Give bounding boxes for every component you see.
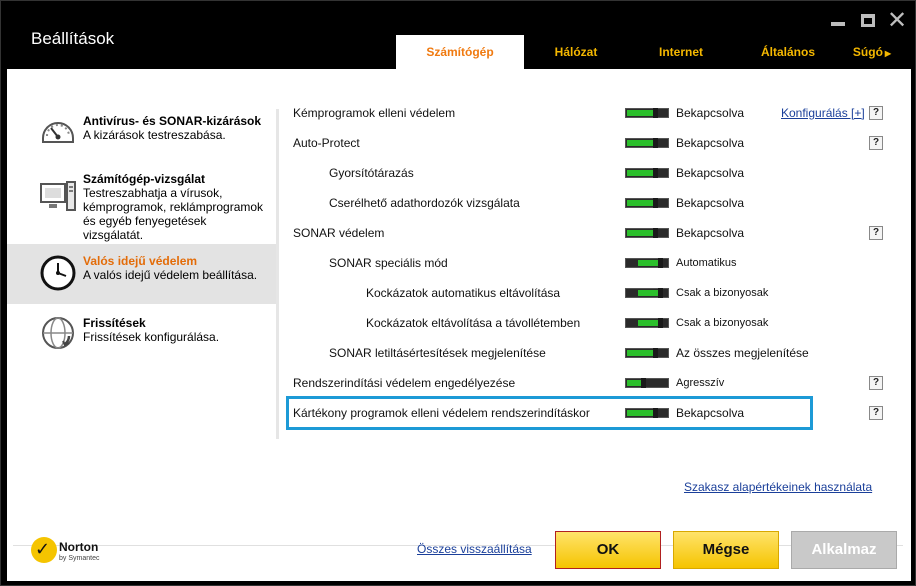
setting-row-spyware: Kémprogramok elleni védelem Bekapcsolva … bbox=[293, 98, 893, 128]
minimize-button[interactable] bbox=[827, 9, 849, 31]
gauge-icon bbox=[42, 122, 74, 143]
setting-row-sonar: SONAR védelem Bekapcsolva ? bbox=[293, 218, 893, 248]
help-button[interactable]: ? bbox=[869, 376, 883, 390]
main-panel: Antivírus- és SONAR-kizárások A kizáráso… bbox=[7, 69, 911, 581]
setting-value: Automatikus bbox=[676, 257, 737, 269]
setting-row-sonar-advanced: SONAR speciális mód Automatikus bbox=[293, 248, 893, 278]
setting-row-block-notifications: SONAR letiltásértesítések megjelenítése … bbox=[293, 338, 893, 368]
setting-label: Cserélhető adathordozók vizsgálata bbox=[329, 196, 520, 210]
reset-all-link[interactable]: Összes visszaállítása bbox=[417, 542, 532, 556]
sidebar-item-title: Antivírus- és SONAR-kizárások bbox=[83, 114, 262, 128]
toggle-switch[interactable] bbox=[625, 168, 669, 178]
sidebar-item-scan[interactable]: Számítógép-vizsgálat Testreszabhatja a v… bbox=[7, 162, 276, 244]
sidebar-item-updates[interactable]: Frissítések Frissítések konfigurálása. bbox=[7, 306, 276, 362]
setting-label: Gyorsítótárazás bbox=[329, 166, 414, 180]
setting-row-autoprotect: Auto-Protect Bekapcsolva ? bbox=[293, 128, 893, 158]
help-button[interactable]: ? bbox=[869, 136, 883, 150]
sidebar-divider bbox=[276, 109, 279, 439]
settings-window: Beállítások ✕ Számítógép Hálózat Interne… bbox=[0, 0, 916, 586]
setting-label: SONAR védelem bbox=[293, 226, 385, 240]
tab-szamitogep[interactable]: Számítógép bbox=[396, 35, 524, 69]
toggle-switch[interactable] bbox=[625, 348, 669, 358]
norton-logo: ✓ Norton by Symantec bbox=[31, 537, 111, 567]
checkmark-icon: ✓ bbox=[35, 539, 51, 560]
minimize-icon bbox=[831, 22, 845, 26]
setting-row-caching: Gyorsítótárazás Bekapcsolva bbox=[293, 158, 893, 188]
setting-label: SONAR letiltásértesítések megjelenítése bbox=[329, 346, 546, 360]
setting-row-auto-remove: Kockázatok automatikus eltávolítása Csak… bbox=[293, 278, 893, 308]
setting-label: Kockázatok eltávolítása a távollétemben bbox=[366, 316, 581, 330]
sidebar-item-realtime[interactable]: Valós idejű védelem A valós idejű védele… bbox=[7, 244, 276, 304]
setting-value: Bekapcsolva bbox=[676, 136, 745, 150]
tab-bar: Számítógép Hálózat Internet Általános Sú… bbox=[396, 35, 902, 69]
sidebar-item-desc: Testreszabhatja a vírusok, kémprogramok,… bbox=[83, 186, 264, 242]
setting-label: Kémprogramok elleni védelem bbox=[293, 106, 456, 120]
tab-internet[interactable]: Internet bbox=[628, 35, 734, 69]
section-defaults-link[interactable]: Szakasz alapértékeinek használata bbox=[684, 480, 872, 494]
toggle-switch[interactable] bbox=[625, 108, 669, 118]
globe-update-icon bbox=[42, 317, 74, 349]
maximize-icon bbox=[861, 13, 875, 27]
close-icon: ✕ bbox=[886, 6, 908, 34]
setting-label: Rendszerindítási védelem engedélyezése bbox=[293, 376, 516, 390]
configure-link[interactable]: Konfigurálás [+] bbox=[781, 106, 865, 120]
clock-icon bbox=[40, 255, 76, 291]
toggle-switch[interactable] bbox=[625, 318, 669, 328]
sidebar-item-title: Valós idejű védelem bbox=[83, 254, 198, 268]
brand-sub: by Symantec bbox=[59, 555, 100, 562]
toggle-switch[interactable] bbox=[625, 228, 669, 238]
setting-row-boot-protection: Rendszerindítási védelem engedélyezése A… bbox=[293, 368, 893, 398]
sidebar-item-desc: Frissítések konfigurálása. bbox=[83, 330, 220, 344]
setting-label: SONAR speciális mód bbox=[329, 256, 448, 270]
cancel-button[interactable]: Mégse bbox=[673, 531, 779, 569]
toggle-switch[interactable] bbox=[625, 258, 669, 268]
setting-row-remove-away: Kockázatok eltávolítása a távollétemben … bbox=[293, 308, 893, 338]
ok-button[interactable]: OK bbox=[555, 531, 661, 569]
tab-sugo[interactable]: Súgó ▶ bbox=[842, 35, 902, 69]
setting-value: Csak a bizonyosak bbox=[676, 287, 769, 299]
setting-row-removable-media: Cserélhető adathordozók vizsgálata Bekap… bbox=[293, 188, 893, 218]
help-button[interactable]: ? bbox=[869, 406, 883, 420]
setting-value: Agresszív bbox=[676, 377, 725, 389]
help-button[interactable]: ? bbox=[869, 226, 883, 240]
arrow-right-icon: ▶ bbox=[884, 49, 892, 58]
toggle-switch[interactable] bbox=[625, 138, 669, 148]
toggle-switch[interactable] bbox=[625, 198, 669, 208]
setting-value: Bekapcsolva bbox=[676, 196, 745, 210]
tab-sugo-label: Súgó bbox=[852, 45, 883, 59]
setting-value: Csak a bizonyosak bbox=[676, 317, 769, 329]
setting-value: Az összes megjelenítése bbox=[676, 346, 809, 360]
sidebar-item-title: Frissítések bbox=[83, 316, 146, 330]
toggle-switch[interactable] bbox=[625, 378, 669, 388]
norton-badge-icon: ✓ bbox=[31, 537, 57, 563]
brand-name: Norton bbox=[59, 540, 99, 554]
setting-value: Bekapcsolva bbox=[676, 226, 745, 240]
tab-halozat[interactable]: Hálózat bbox=[524, 35, 628, 69]
close-button[interactable]: ✕ bbox=[886, 6, 908, 34]
sidebar-item-desc: A valós idejű védelem beállítása. bbox=[83, 268, 258, 282]
sidebar: Antivírus- és SONAR-kizárások A kizáráso… bbox=[7, 104, 276, 362]
setting-value: Bekapcsolva bbox=[676, 106, 745, 120]
computer-icon bbox=[40, 181, 76, 211]
window-title: Beállítások bbox=[31, 29, 115, 48]
setting-value: Bekapcsolva bbox=[676, 166, 745, 180]
setting-label: Kockázatok automatikus eltávolítása bbox=[366, 286, 561, 300]
sidebar-item-desc: A kizárások testreszabása. bbox=[83, 128, 226, 142]
help-button[interactable]: ? bbox=[869, 106, 883, 120]
highlight-frame bbox=[286, 396, 813, 430]
apply-button[interactable]: Alkalmaz bbox=[791, 531, 897, 569]
maximize-button[interactable] bbox=[857, 9, 879, 31]
tab-altalanos[interactable]: Általános bbox=[734, 35, 842, 69]
toggle-switch[interactable] bbox=[625, 288, 669, 298]
sidebar-item-exclusions[interactable]: Antivírus- és SONAR-kizárások A kizáráso… bbox=[7, 104, 276, 162]
setting-label: Auto-Protect bbox=[293, 136, 360, 150]
sidebar-item-title: Számítógép-vizsgálat bbox=[83, 172, 206, 186]
